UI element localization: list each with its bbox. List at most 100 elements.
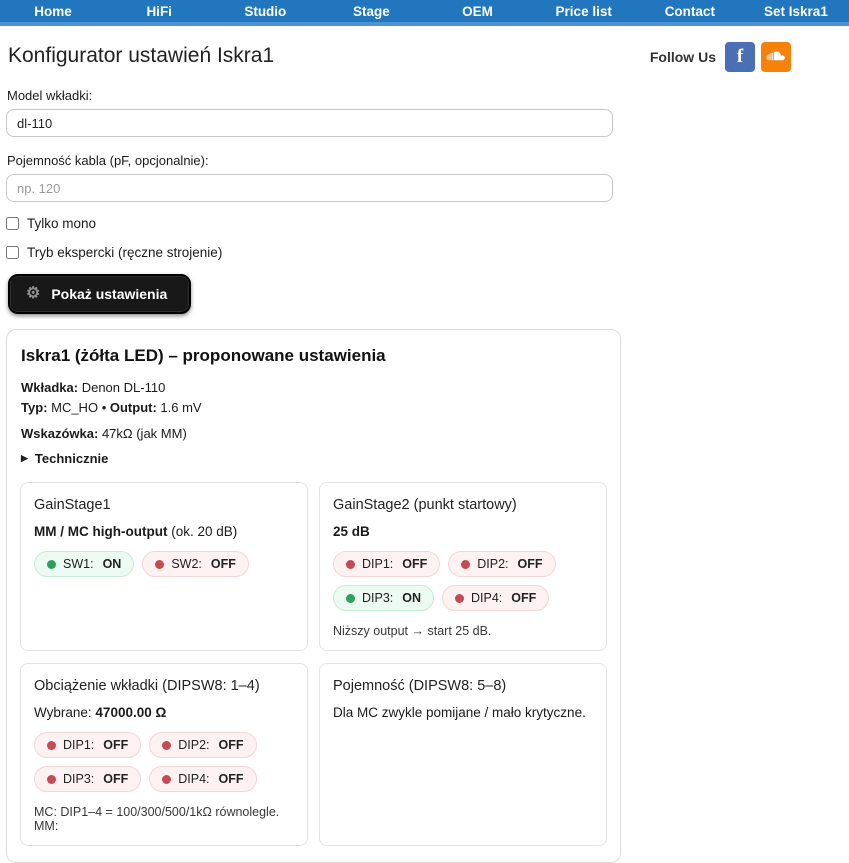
badge-label: DIP4: <box>471 591 503 606</box>
card-subtitle: 25 dB <box>333 524 593 539</box>
card-subtitle: Wybrane: 47000.00 Ω <box>34 705 294 720</box>
badge-label: SW1: <box>63 557 94 572</box>
hint-label: Wskazówka: <box>21 426 99 442</box>
show-settings-button-label: Pokaż ustawienia <box>51 286 168 302</box>
badge-list: DIP1: OFF DIP2: OFF DIP3: ON DIP4: OFF <box>333 551 593 612</box>
capacitance-input[interactable] <box>6 174 613 202</box>
switch-badge-sw2: SW2: OFF <box>142 551 249 578</box>
expert-checkbox-row[interactable]: Tryb ekspercki (ręczne strojenie) <box>6 245 843 260</box>
card-note: Niższy output → start 25 dB. <box>333 624 492 639</box>
nav-item-hifi[interactable]: HiFi <box>106 0 212 22</box>
status-dot-on <box>47 559 56 569</box>
type-value: MC_HO <box>51 400 99 416</box>
badge-value: ON <box>102 557 122 572</box>
nav-item-studio[interactable]: Studio <box>212 0 318 22</box>
badge-value: ON <box>402 591 422 606</box>
nav-item-contact[interactable]: Contact <box>637 0 743 22</box>
show-settings-button[interactable]: ⚙ Pokaż ustawienia <box>8 274 192 314</box>
badge-label: DIP1: <box>63 738 95 753</box>
badge-value: OFF <box>210 557 236 572</box>
output-label: Output: <box>109 400 157 416</box>
hint-line: Wskazówka: 47kΩ (jak MM) <box>21 426 607 441</box>
follow-us-label: Follow Us <box>649 49 716 65</box>
status-dot-off <box>162 740 172 750</box>
card-subtitle-rest: (ok. 20 dB) <box>171 524 238 540</box>
switch-badge-dip4: DIP4: OFF <box>442 585 550 612</box>
card-subtitle-prefix: Wybrane: <box>34 705 92 721</box>
nav-item-oem[interactable]: OEM <box>425 0 531 22</box>
technical-details-label: Technicznie <box>34 451 109 467</box>
hint-value: 47kΩ (jak MM) <box>101 426 187 442</box>
switch-badge-dip1: DIP1: OFF <box>333 551 441 578</box>
card-subtitle-bold: 47000.00 Ω <box>95 705 167 721</box>
follow-us-block: Follow Us f <box>650 42 791 72</box>
mono-checkbox-label: Tylko mono <box>27 216 97 231</box>
results-heading: Iskra1 (żółta LED) – proponowane ustawie… <box>21 346 386 365</box>
triangle-right-icon: ▶ <box>21 453 28 464</box>
status-dot-on <box>346 593 355 603</box>
cartridge-label: Wkładka: <box>21 380 79 395</box>
badge-label: DIP4: <box>178 772 210 787</box>
card-gainstage1: GainStage1 MM / MC high-output (ok. 20 d… <box>20 482 308 652</box>
card-note: Dla MC zwykle pomijane / mało krytyczne. <box>333 705 586 721</box>
expert-checkbox[interactable] <box>6 246 19 259</box>
status-dot-off <box>461 559 471 569</box>
gear-icon: ⚙ <box>26 285 41 302</box>
settings-cards-grid: GainStage1 MM / MC high-output (ok. 20 d… <box>20 482 607 847</box>
technical-details-toggle[interactable]: ▶ Technicznie <box>21 451 607 466</box>
switch-badge-dip3: DIP3: ON <box>333 585 435 612</box>
badge-list: DIP1: OFF DIP2: OFF DIP3: OFF DIP4: OFF <box>34 732 294 793</box>
status-dot-off <box>162 774 172 784</box>
results-panel: Iskra1 (żółta LED) – proponowane ustawie… <box>6 329 621 863</box>
badge-value: OFF <box>511 591 537 606</box>
status-dot-off <box>47 774 56 784</box>
nav-item-price-list[interactable]: Price list <box>531 0 637 22</box>
card-note: MC: DIP1–4 = 100/300/500/1kΩ równolegle.… <box>34 805 280 834</box>
badge-label: DIP3: <box>63 772 95 787</box>
status-dot-off <box>47 740 56 750</box>
badge-value: OFF <box>218 738 244 753</box>
facebook-icon[interactable]: f <box>725 42 755 72</box>
card-gainstage2: GainStage2 (punkt startowy) 25 dB DIP1: … <box>319 482 607 652</box>
top-navbar: Home HiFi Studio Stage OEM Price list Co… <box>0 0 849 26</box>
badge-value: OFF <box>218 772 244 787</box>
nav-item-stage[interactable]: Stage <box>318 0 424 22</box>
card-subtitle: MM / MC high-output (ok. 20 dB) <box>34 524 294 539</box>
badge-value: OFF <box>402 557 428 572</box>
badge-list: SW1: ON SW2: OFF <box>34 551 294 578</box>
badge-value: OFF <box>517 557 543 572</box>
type-label: Typ: <box>21 400 48 416</box>
header-row: Konfigurator ustawień Iskra1 Follow Us f <box>6 40 843 72</box>
page-content: Konfigurator ustawień Iskra1 Follow Us f… <box>0 26 849 863</box>
card-load-impedance: Obciążenie wkładki (DIPSW8: 1–4) Wybrane… <box>20 663 308 847</box>
model-input[interactable] <box>6 109 613 137</box>
nav-item-set-iskra1[interactable]: Set Iskra1 <box>743 0 849 22</box>
card-title: GainStage1 <box>34 497 111 514</box>
type-output-line: Typ: MC_HO • Output: 1.6 mV <box>21 398 607 418</box>
switch-badge-dip2: DIP2: OFF <box>448 551 556 578</box>
badge-label: DIP3: <box>362 591 394 606</box>
nav-item-home[interactable]: Home <box>0 0 106 22</box>
soundcloud-icon[interactable] <box>761 42 791 72</box>
model-field-label: Model wkładki: <box>7 88 93 103</box>
capacitance-field-label: Pojemność kabla (pF, opcjonalnie): <box>7 153 209 168</box>
cartridge-line: Wkładka: Denon DL-110 <box>21 378 607 398</box>
status-dot-off <box>346 559 355 569</box>
mono-checkbox[interactable] <box>6 217 19 230</box>
bullet-separator: • <box>101 400 107 416</box>
card-title: GainStage2 (punkt startowy) <box>333 497 517 514</box>
badge-value: OFF <box>103 738 129 753</box>
badge-label: DIP2: <box>477 557 509 572</box>
badge-label: SW2: <box>171 557 202 572</box>
switch-badge-dip2: DIP2: OFF <box>149 732 257 759</box>
badge-label: DIP2: <box>178 738 210 753</box>
card-title: Pojemność (DIPSW8: 5–8) <box>333 678 507 695</box>
switch-badge-sw1: SW1: ON <box>34 551 135 578</box>
badge-value: OFF <box>103 772 129 787</box>
card-subtitle-bold: MM / MC high-output <box>34 524 168 540</box>
page-title: Konfigurator ustawień Iskra1 <box>8 44 275 67</box>
card-subtitle-bold: 25 dB <box>333 524 370 540</box>
status-dot-off <box>455 593 465 603</box>
cartridge-value: Denon DL-110 <box>81 380 166 395</box>
mono-checkbox-row[interactable]: Tylko mono <box>6 216 843 231</box>
